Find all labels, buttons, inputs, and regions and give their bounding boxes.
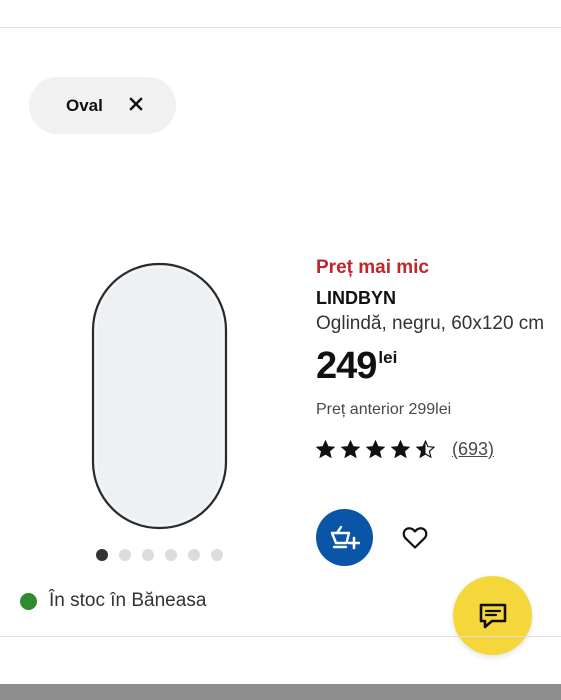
product-rating[interactable]: (693) <box>316 439 546 460</box>
chat-icon <box>479 603 506 628</box>
stock-text: În stoc în Băneasa <box>49 590 207 611</box>
image-carousel-dots <box>96 549 223 561</box>
product-image-mirror[interactable] <box>80 255 240 540</box>
carousel-dot[interactable] <box>211 549 223 561</box>
star-icon <box>316 440 335 459</box>
add-to-cart-button[interactable] <box>316 509 373 566</box>
heart-icon <box>402 526 428 549</box>
product-price: 249 lei <box>316 344 546 388</box>
stock-indicator-dot <box>20 592 37 610</box>
carousel-dot[interactable] <box>142 549 154 561</box>
price-currency: lei <box>378 348 398 367</box>
bottom-divider <box>0 636 561 637</box>
star-icon <box>366 440 385 459</box>
star-icon <box>416 440 435 459</box>
star-icon <box>391 440 410 459</box>
product-actions <box>316 509 430 566</box>
promo-label: Preț mai mic <box>316 257 429 278</box>
filter-chip-label: Oval <box>66 95 103 115</box>
stock-status: În stoc în Băneasa <box>20 590 206 612</box>
product-name[interactable]: LINDBYN <box>316 287 546 309</box>
bottom-bar <box>0 684 561 700</box>
close-icon[interactable] <box>127 95 145 113</box>
chat-button[interactable] <box>453 576 532 655</box>
favourite-button[interactable] <box>400 523 430 553</box>
review-count-link[interactable]: (693) <box>452 439 494 460</box>
filter-chip-oval[interactable]: Oval <box>29 77 176 134</box>
carousel-dot[interactable] <box>119 549 131 561</box>
price-amount: 249 <box>316 345 377 387</box>
previous-price: Preț anterior 299lei <box>316 401 452 418</box>
product-info: Preț mai mic LINDBYN Oglindă, negru, 60x… <box>316 256 546 460</box>
carousel-dot[interactable] <box>96 549 108 561</box>
carousel-dot[interactable] <box>165 549 177 561</box>
carousel-dot[interactable] <box>188 549 200 561</box>
product-description[interactable]: Oglindă, negru, 60x120 cm <box>316 311 546 336</box>
top-divider <box>0 27 561 28</box>
add-to-cart-icon <box>330 525 360 549</box>
star-icon <box>341 440 360 459</box>
rating-stars <box>316 440 435 459</box>
